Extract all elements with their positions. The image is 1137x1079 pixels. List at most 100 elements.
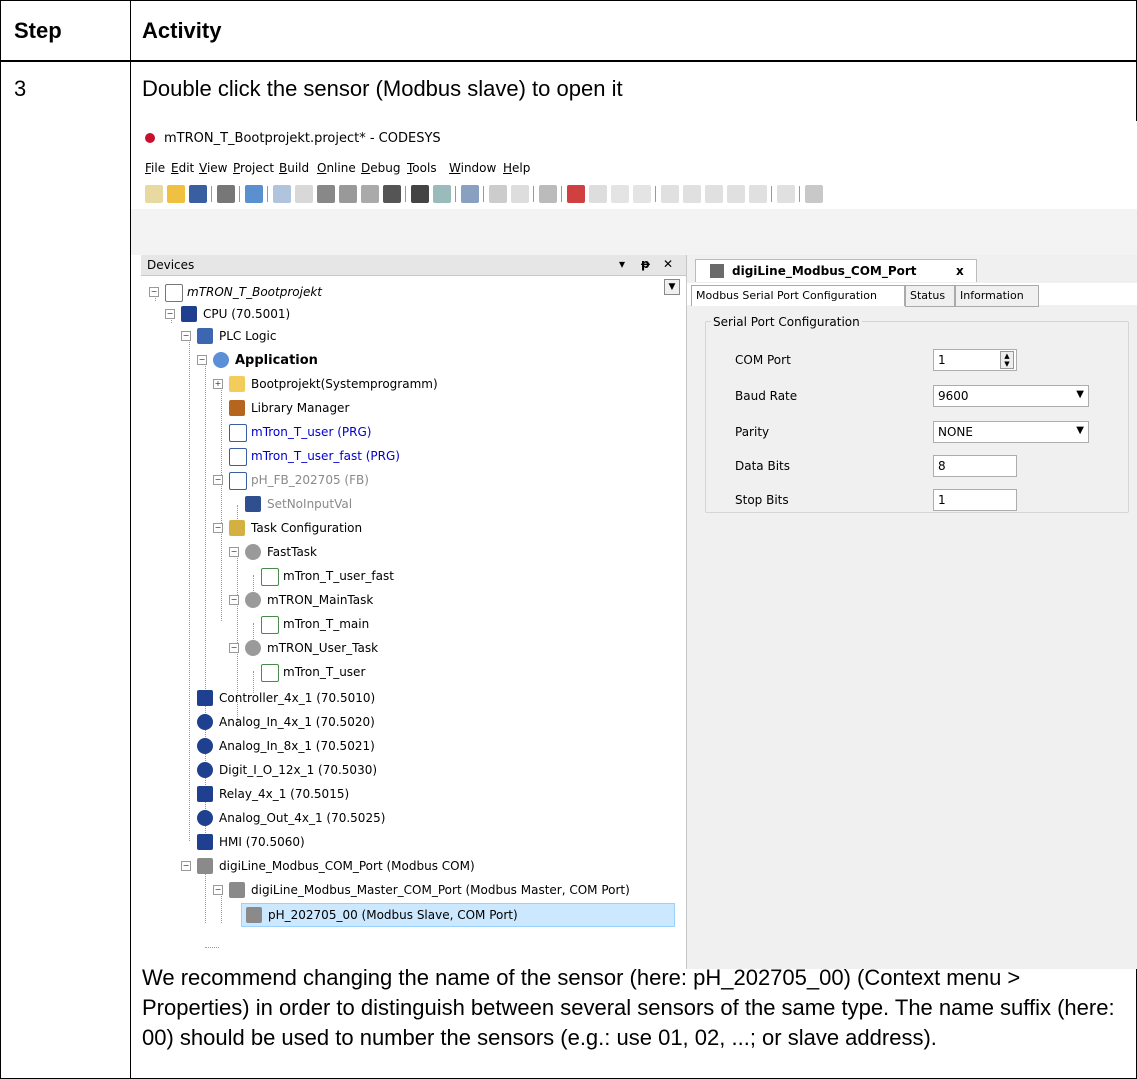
logout-icon[interactable] xyxy=(589,185,607,203)
library-icon xyxy=(229,400,245,416)
collapse-icon[interactable]: − xyxy=(149,287,159,297)
tree-item-ph-fb[interactable]: − pH_FB_202705 (FB) xyxy=(141,469,661,491)
com-port-spinner[interactable]: 1 ▲ ▼ xyxy=(933,349,1017,371)
tree-item-mtron-t-user-prg[interactable]: mTron_T_user (PRG) xyxy=(141,421,661,443)
tree-item-relay[interactable]: Relay_4x_1 (70.5015) xyxy=(141,783,661,805)
login-icon[interactable] xyxy=(567,185,585,203)
close-tab-icon[interactable]: x xyxy=(956,264,964,278)
multiple-download-icon[interactable] xyxy=(245,185,263,203)
tree-item-label: digiLine_Modbus_COM_Port (Modbus COM) xyxy=(219,859,475,873)
baud-rate-select[interactable]: 9600 ▼ xyxy=(933,385,1089,407)
new-project-icon[interactable] xyxy=(145,185,163,203)
tree-item-maintask-call[interactable]: mTron_T_main xyxy=(141,613,661,635)
tree-item-modbus-com[interactable]: − digiLine_Modbus_COM_Port (Modbus COM) xyxy=(141,855,661,877)
tree-item-library-manager[interactable]: Library Manager xyxy=(141,397,661,419)
analog-in-module-icon xyxy=(197,738,213,754)
tree-item-analog-out[interactable]: Analog_Out_4x_1 (70.5025) xyxy=(141,807,661,829)
tab-information[interactable]: Information xyxy=(955,285,1039,307)
collapse-icon[interactable]: − xyxy=(213,885,223,895)
tab-status[interactable]: Status xyxy=(905,285,955,307)
collapse-icon[interactable]: − xyxy=(213,523,223,533)
tree-item-setnoinputval[interactable]: SetNoInputVal xyxy=(141,493,661,515)
collapse-icon[interactable]: − xyxy=(229,595,239,605)
tree-item-usertask[interactable]: − mTRON_User_Task xyxy=(141,637,661,659)
write-values-icon[interactable] xyxy=(805,185,823,203)
undo-icon[interactable] xyxy=(273,185,291,203)
stop-icon[interactable] xyxy=(633,185,651,203)
save-icon[interactable] xyxy=(189,185,207,203)
menu-project[interactable]: Project xyxy=(233,161,274,175)
step-out-icon[interactable] xyxy=(705,185,723,203)
show-next-statement-icon[interactable] xyxy=(777,185,795,203)
redo-icon[interactable] xyxy=(295,185,313,203)
tree-item-label: Analog_In_8x_1 (70.5021) xyxy=(219,739,375,753)
tree-item-fasttask-call[interactable]: mTron_T_user_fast xyxy=(141,565,661,587)
parity-select[interactable]: NONE ▼ xyxy=(933,421,1089,443)
close-panel-icon[interactable]: ✕ xyxy=(663,257,673,271)
menu-online[interactable]: Online xyxy=(317,161,356,175)
tree-item-label: mTron_T_user_fast xyxy=(283,569,394,583)
spinner-arrows-icon[interactable]: ▲ ▼ xyxy=(1000,351,1014,369)
collapse-icon[interactable]: − xyxy=(229,547,239,557)
menu-view[interactable]: View xyxy=(199,161,227,175)
panel-dropdown-icon[interactable]: ▾ xyxy=(619,257,625,271)
cut-icon[interactable] xyxy=(317,185,335,203)
tree-item-ph-sensor-slave[interactable]: pH_202705_00 (Modbus Slave, COM Port) xyxy=(241,903,675,927)
tree-item-hmi[interactable]: HMI (70.5060) xyxy=(141,831,661,853)
expand-icon[interactable]: + xyxy=(213,379,223,389)
tree-item-digit-io[interactable]: Digit_I_O_12x_1 (70.5030) xyxy=(141,759,661,781)
step-into-icon[interactable] xyxy=(683,185,701,203)
tree-item-task-configuration[interactable]: − Task Configuration xyxy=(141,517,661,539)
tab-modbus-serial-port-configuration[interactable]: Modbus Serial Port Configuration xyxy=(691,285,905,306)
run-to-cursor-icon[interactable] xyxy=(727,185,745,203)
step-over-icon[interactable] xyxy=(661,185,679,203)
print-icon[interactable] xyxy=(217,185,235,203)
menu-debug[interactable]: Debug xyxy=(361,161,400,175)
data-bits-field[interactable]: 8 xyxy=(933,455,1017,477)
collapse-icon[interactable]: − xyxy=(213,475,223,485)
tree-item-cpu[interactable]: − CPU (70.5001) xyxy=(141,303,661,325)
tree-item-maintask[interactable]: − mTRON_MainTask xyxy=(141,589,661,611)
add-device-icon[interactable] xyxy=(511,185,529,203)
replace-icon[interactable] xyxy=(433,185,451,203)
collapse-icon[interactable]: − xyxy=(165,309,175,319)
tree-item-modbus-master[interactable]: − digiLine_Modbus_Master_COM_Port (Modbu… xyxy=(141,879,661,901)
tree-item-fasttask[interactable]: − FastTask xyxy=(141,541,661,563)
delete-icon[interactable] xyxy=(383,185,401,203)
stop-bits-field[interactable]: 1 xyxy=(933,489,1017,511)
window-icon[interactable] xyxy=(461,185,479,203)
collapse-icon[interactable]: − xyxy=(181,861,191,871)
tree-item-controller[interactable]: Controller_4x_1 (70.5010) xyxy=(141,687,661,709)
collapse-icon[interactable]: − xyxy=(197,355,207,365)
menu-edit[interactable]: Edit xyxy=(171,161,194,175)
editor-tab-modbus-com-port[interactable]: digiLine_Modbus_COM_Port x xyxy=(695,259,977,282)
tree-item-project[interactable]: − mTRON_T_Bootprojekt xyxy=(141,281,661,303)
tree-item-usertask-call[interactable]: mTron_T_user xyxy=(141,661,661,683)
table-header-divider xyxy=(0,60,1137,62)
menu-file[interactable]: File xyxy=(145,161,165,175)
copy-icon[interactable] xyxy=(339,185,357,203)
toolbar-area-background xyxy=(131,209,1137,255)
collapse-icon[interactable]: − xyxy=(181,331,191,341)
tree-item-mtron-t-user-fast-prg[interactable]: mTron_T_user_fast (PRG) xyxy=(141,445,661,467)
open-project-icon[interactable] xyxy=(167,185,185,203)
tree-item-bootprojekt[interactable]: + Bootprojekt(Systemprogramm) xyxy=(141,373,661,395)
menu-tools[interactable]: Tools xyxy=(407,161,437,175)
tree-dropdown-button[interactable]: ▼ xyxy=(664,279,680,295)
tree-item-application[interactable]: − Application xyxy=(141,349,661,371)
tree-item-analog-in-8x[interactable]: Analog_In_8x_1 (70.5021) xyxy=(141,735,661,757)
start-icon[interactable] xyxy=(611,185,629,203)
collapse-icon[interactable]: − xyxy=(229,643,239,653)
tree-item-plc-logic[interactable]: − PLC Logic xyxy=(141,325,661,347)
menu-help[interactable]: Help xyxy=(503,161,530,175)
build-icon[interactable] xyxy=(539,185,557,203)
breakpoint-icon[interactable] xyxy=(749,185,767,203)
menu-window[interactable]: Window xyxy=(449,161,496,175)
paste-icon[interactable] xyxy=(361,185,379,203)
digital-io-module-icon xyxy=(197,762,213,778)
find-icon[interactable] xyxy=(411,185,429,203)
tree-item-analog-in-4x[interactable]: Analog_In_4x_1 (70.5020) xyxy=(141,711,661,733)
add-object-icon[interactable] xyxy=(489,185,507,203)
pin-icon[interactable]: ᵽ xyxy=(641,257,650,271)
menu-build[interactable]: Build xyxy=(279,161,309,175)
